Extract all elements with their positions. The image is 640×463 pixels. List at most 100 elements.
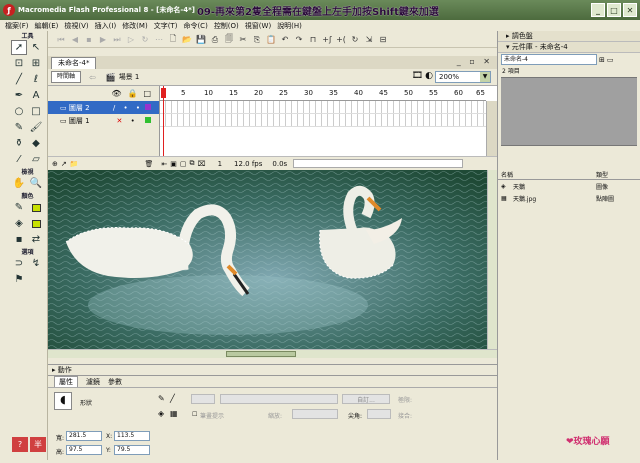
scale-icon[interactable]: ⇲ (364, 35, 374, 44)
edit-symbol-icon[interactable]: ◐ (425, 71, 433, 81)
tab-parameters[interactable]: 參數 (108, 377, 122, 387)
nav-stop-icon[interactable]: ▪ (84, 35, 94, 44)
cap-field[interactable] (367, 409, 391, 419)
chevron-down-icon[interactable]: ▼ (480, 72, 490, 82)
col-name[interactable]: 名稱 (501, 170, 596, 179)
add-folder-icon[interactable]: 📁 (70, 160, 79, 168)
redo-icon[interactable]: ↷ (294, 35, 304, 44)
menu-text[interactable]: 文字(T) (154, 21, 178, 31)
stroke-style-icon[interactable]: ╱ (170, 394, 175, 403)
add-layer-icon[interactable]: ⊕ (52, 160, 58, 168)
edit-multiple-icon[interactable]: ⧉ (189, 159, 194, 168)
edit-scene-icon[interactable]: 🎞 (412, 71, 423, 81)
nav-extra-icon[interactable]: ⋯ (154, 35, 164, 44)
copy-icon[interactable]: ⎘ (252, 35, 262, 45)
swap-colors-icon[interactable]: ⇄ (28, 232, 44, 247)
menu-modify[interactable]: 修改(M) (122, 21, 148, 31)
open-file-icon[interactable]: 📂 (182, 35, 192, 44)
input-method-icon[interactable]: ? (12, 437, 28, 452)
lock-icon[interactable]: 🔒 (127, 89, 137, 98)
lasso-tool-icon[interactable]: ℓ (28, 72, 44, 87)
nav-last-icon[interactable]: ⏭ (112, 35, 122, 45)
snap-magnet-icon[interactable]: ⊃ (11, 256, 27, 271)
stroke-hint-checkbox[interactable]: ☐ (192, 411, 197, 418)
menu-view[interactable]: 檢視(V) (64, 21, 88, 31)
onion-skin-icon[interactable]: ▣ (170, 160, 177, 168)
pen-tool-icon[interactable]: ✒ (11, 88, 27, 103)
stroke-height-field[interactable] (191, 394, 215, 404)
selection-tool-icon[interactable]: ➚ (11, 40, 27, 55)
straighten-icon[interactable]: ⚑ (11, 272, 27, 287)
layer-row[interactable]: ▭ 圖層 2 / • • (48, 101, 159, 114)
width-field[interactable]: 281.5 (66, 431, 102, 441)
oval-tool-icon[interactable]: ○ (11, 104, 27, 119)
menu-file[interactable]: 檔案(F) (5, 21, 29, 31)
nav-forward-icon[interactable]: ▶ (98, 35, 108, 44)
library-panel-header[interactable]: ▾ 元件庫 - 未命名-4 (498, 42, 640, 53)
hand-tool-icon[interactable]: ✋ (11, 176, 27, 191)
stroke-color-icon[interactable]: ✎ (158, 394, 165, 403)
x-field[interactable]: 113.5 (114, 431, 150, 441)
align-icon[interactable]: ⊟ (378, 35, 388, 44)
rectangle-tool-icon[interactable]: □ (28, 104, 44, 119)
stroke-style-select[interactable] (220, 394, 338, 404)
back-arrow-icon[interactable]: ⇦ (89, 73, 96, 82)
new-file-icon[interactable]: 🗋 (168, 33, 178, 47)
paste-icon[interactable]: 📋 (266, 35, 276, 44)
custom-button[interactable]: 自訂... (342, 394, 390, 404)
stroke-color-icon[interactable]: ✎ (11, 200, 27, 215)
nav-play-icon[interactable]: ▷ (126, 35, 136, 44)
zoom-select[interactable]: 200% ▼ (435, 71, 491, 83)
eraser-tool-icon[interactable]: ▱ (28, 152, 44, 167)
snap-icon[interactable]: ⊓ (308, 35, 318, 44)
timeline-hscroll[interactable] (293, 159, 464, 168)
document-window-controls[interactable]: _ ▫ ✕ (457, 57, 493, 66)
pin-icon[interactable]: ⊞ (599, 56, 605, 64)
onion-markers-icon[interactable]: ⌧ (197, 160, 205, 168)
add-guide-icon[interactable]: ↗ (61, 160, 67, 168)
menu-help[interactable]: 說明(H) (277, 21, 302, 31)
new-library-icon[interactable]: ▭ (607, 56, 614, 64)
nav-back-icon[interactable]: ◀ (70, 35, 80, 44)
document-tab[interactable]: 未命名-4* (51, 57, 97, 69)
library-select[interactable]: 未命名-4 (501, 54, 597, 65)
scale-select[interactable] (292, 409, 338, 419)
straighten-tb-icon[interactable]: +( (336, 35, 346, 44)
frame-row[interactable] (160, 101, 486, 114)
nav-loop-icon[interactable]: ↻ (140, 35, 150, 44)
pencil-tool-icon[interactable]: ✎ (11, 120, 27, 135)
input-method-icon[interactable]: 半 (30, 437, 46, 452)
eyedropper-tool-icon[interactable]: ⁄ (11, 152, 27, 167)
close-button[interactable]: ✕ (623, 3, 637, 17)
frame-grid[interactable]: 1 5 10 15 20 25 30 35 40 45 50 55 60 65 (160, 86, 486, 156)
nav-first-icon[interactable]: ⏮ (56, 35, 66, 45)
cut-icon[interactable]: ✂ (238, 35, 248, 44)
onion-outline-icon[interactable]: ▢ (180, 160, 187, 168)
save-icon[interactable]: 💾 (196, 35, 206, 44)
print-preview-icon[interactable]: 🗐 (224, 33, 234, 47)
undo-icon[interactable]: ↶ (280, 35, 290, 44)
center-frame-icon[interactable]: ⇤ (161, 160, 167, 168)
height-field[interactable]: 97.5 (66, 445, 102, 455)
layer-state[interactable]: ✕ • (117, 116, 151, 125)
smooth-tb-icon[interactable]: +ʃ (322, 35, 332, 44)
menu-commands[interactable]: 命令(C) (183, 21, 207, 31)
stroke-color-swatch[interactable] (28, 200, 44, 215)
library-item[interactable]: ▦ 天鵝.jpg 點陣圖 (498, 192, 640, 204)
y-field[interactable]: 79.5 (114, 445, 150, 455)
minimize-button[interactable]: _ (591, 3, 605, 17)
eye-icon[interactable]: 👁 (111, 89, 121, 98)
stage-hscroll[interactable] (48, 349, 497, 358)
ink-bottle-tool-icon[interactable]: ⚱ (11, 136, 27, 151)
stage-canvas[interactable] (48, 170, 497, 349)
maximize-button[interactable]: □ (607, 3, 621, 17)
library-item[interactable]: ◈ 天鵝 圖像 (498, 180, 640, 192)
text-tool-icon[interactable]: A (28, 88, 44, 103)
stage-vscroll[interactable] (487, 170, 497, 349)
menu-control[interactable]: 控制(O) (214, 21, 239, 31)
fill-color-swatch[interactable] (28, 216, 44, 231)
print-icon[interactable]: ⎙ (210, 35, 220, 45)
layer-row[interactable]: ▭ 圖層 1 ✕ • (48, 114, 159, 127)
timeline-scrollbar[interactable] (486, 101, 497, 156)
playhead[interactable] (161, 86, 166, 156)
